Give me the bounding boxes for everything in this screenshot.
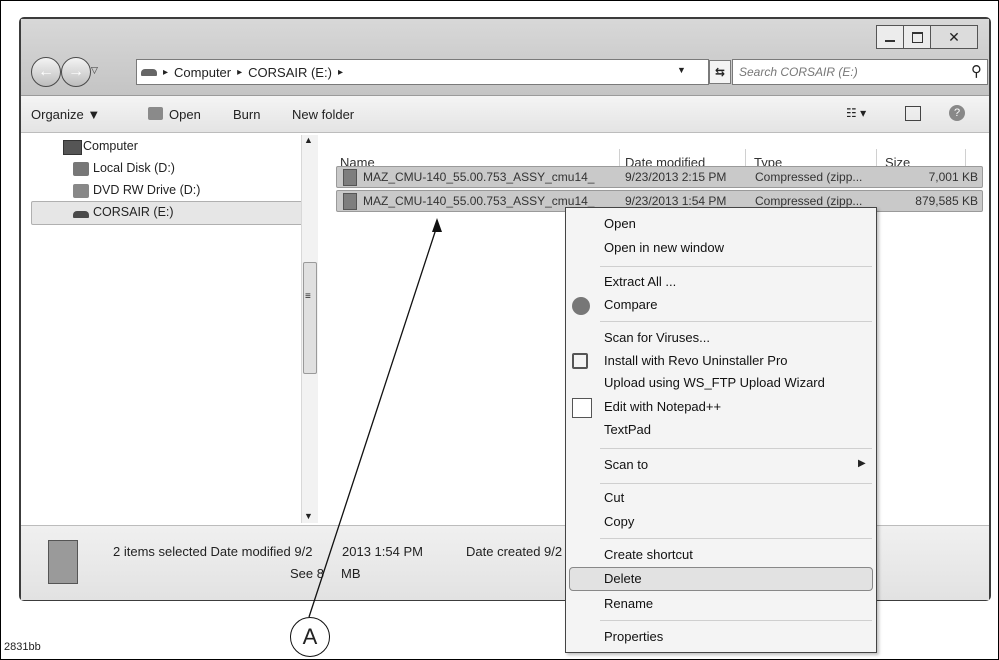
callout-a: A [290, 617, 330, 657]
callout-label: A [302, 624, 318, 649]
callout-leader [308, 218, 442, 618]
figure-label: 2831bb [4, 641, 41, 653]
